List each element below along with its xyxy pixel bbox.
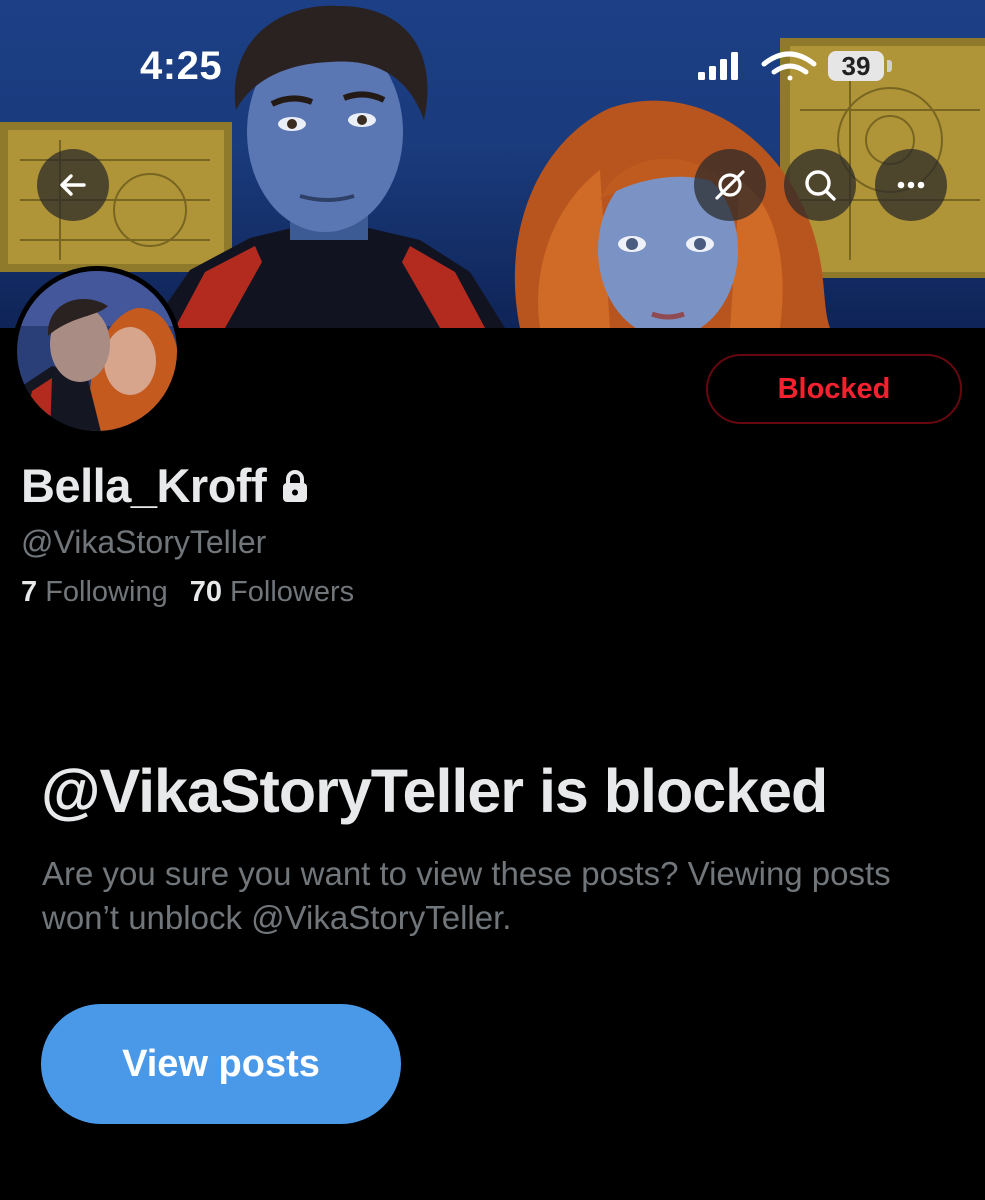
more-button[interactable] bbox=[875, 149, 947, 221]
lock-icon bbox=[283, 469, 308, 502]
status-bar: 4:25 39 bbox=[0, 0, 985, 140]
back-arrow-icon bbox=[60, 174, 86, 196]
avatar-image bbox=[12, 266, 182, 436]
profile-banner: 4:25 39 bbox=[0, 0, 985, 328]
display-name: Bella_Kroff bbox=[21, 459, 267, 512]
battery-icon: 39 bbox=[828, 51, 884, 81]
blocked-description: Are you sure you want to view these post… bbox=[42, 855, 891, 936]
blocked-button[interactable]: Blocked bbox=[706, 354, 962, 424]
follow-stats: 7 Following 70 Followers bbox=[21, 576, 354, 609]
display-name-row: Bella_Kroff bbox=[21, 458, 310, 513]
search-icon bbox=[805, 170, 836, 201]
wifi-icon bbox=[761, 51, 817, 81]
cellular-signal-icon bbox=[698, 52, 738, 80]
profile-handle: @VikaStoryTeller bbox=[21, 524, 267, 560]
following-count: 7 bbox=[21, 576, 38, 608]
avatar[interactable] bbox=[12, 266, 182, 436]
search-button[interactable] bbox=[784, 149, 856, 221]
following-label: Following bbox=[45, 576, 168, 608]
grok-icon bbox=[715, 170, 745, 200]
followers-label: Followers bbox=[230, 576, 355, 608]
followers-count: 70 bbox=[189, 576, 222, 608]
followers-stat[interactable]: 70 Followers bbox=[190, 576, 354, 609]
status-icons bbox=[698, 51, 817, 81]
blocked-title: @VikaStoryTeller is blocked bbox=[41, 757, 828, 825]
back-button[interactable] bbox=[37, 149, 109, 221]
more-icon bbox=[897, 181, 925, 189]
grok-button[interactable] bbox=[694, 149, 766, 221]
view-posts-button[interactable]: View posts bbox=[41, 1004, 401, 1124]
following-stat[interactable]: 7 Following bbox=[21, 576, 168, 609]
battery-tip bbox=[887, 60, 892, 72]
status-time: 4:25 bbox=[140, 44, 223, 88]
